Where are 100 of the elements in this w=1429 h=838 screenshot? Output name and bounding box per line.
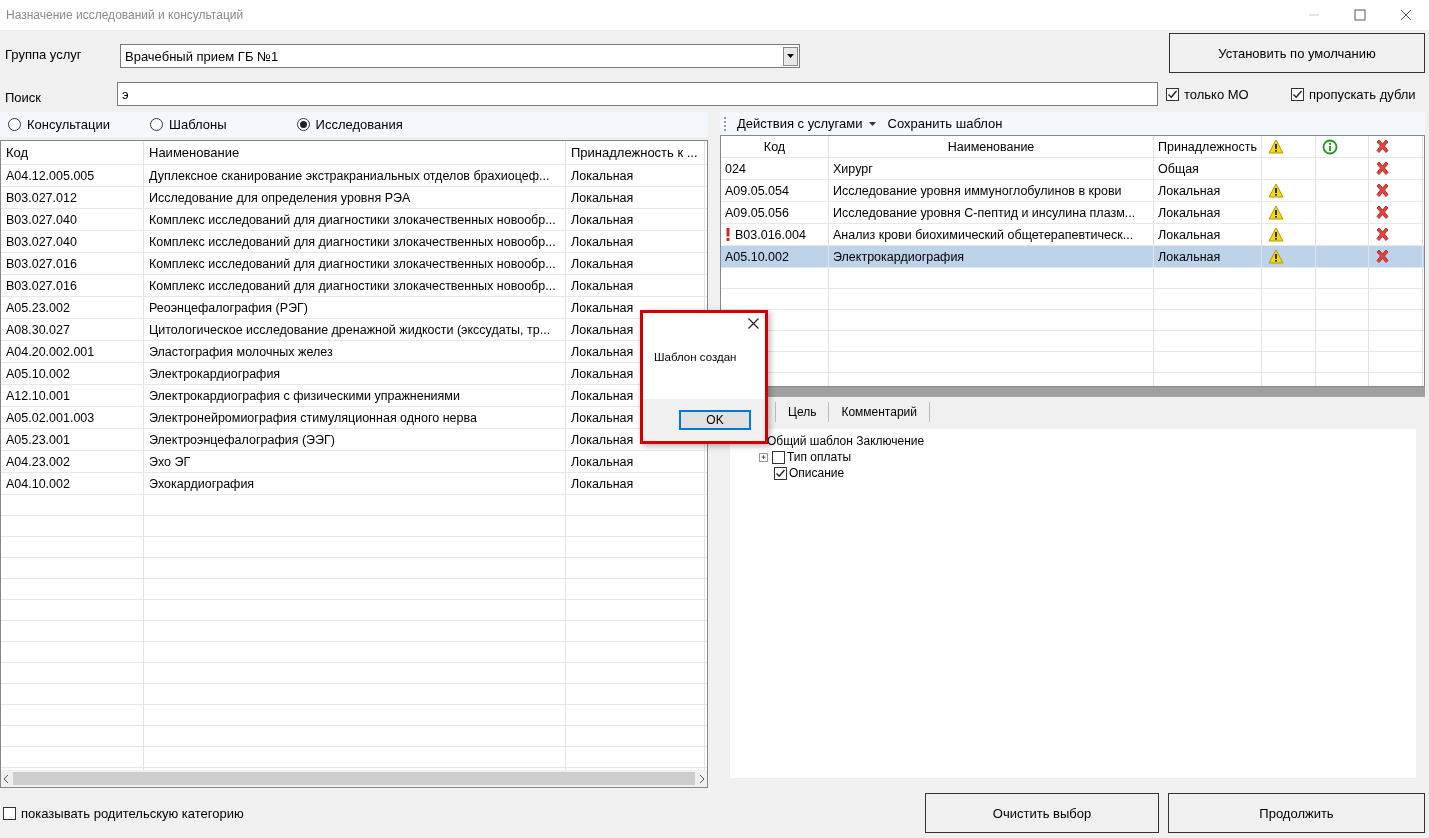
delete-icon[interactable] — [1375, 249, 1390, 264]
table-cell[interactable]: Электрокардиография — [144, 363, 566, 384]
tree-item[interactable]: Тип оплаты — [787, 450, 852, 464]
table-cell[interactable]: A04.10.002 — [1, 473, 144, 494]
checkbox[interactable] — [772, 450, 785, 464]
radio-label[interactable]: Исследования — [315, 117, 403, 132]
scroll-right-icon[interactable] — [699, 774, 705, 783]
table-cell[interactable]: B03.027.040 — [1, 231, 144, 252]
table-cell[interactable]: Анализ крови биохимический общетерапевтическ... — [829, 224, 1154, 245]
delete-icon[interactable] — [1375, 205, 1390, 220]
checkbox[interactable] — [774, 466, 787, 480]
table-cell[interactable]: Общая — [1154, 158, 1262, 179]
table-cell[interactable]: Локальная — [566, 451, 705, 472]
table-cell[interactable]: B03.016.004 — [735, 227, 806, 242]
table-cell[interactable]: A04.12.005.005 — [1, 165, 144, 186]
table-cell[interactable]: A04.20.002.001 — [1, 341, 144, 362]
warning-icon — [1268, 139, 1284, 154]
table-cell[interactable]: B03.027.040 — [1, 209, 144, 230]
table-cell[interactable]: Дуплексное сканирование экстракраниальных отделов брахиоцеф... — [144, 165, 566, 186]
table-cell[interactable]: A09.05.056 — [725, 205, 789, 220]
table-cell[interactable]: Локальная — [566, 253, 705, 274]
table-cell[interactable]: Комплекс исследований для диагностики злокачественных новообр... — [144, 209, 566, 230]
radio-label[interactable]: Консультации — [27, 117, 111, 132]
table-cell[interactable]: B03.027.016 — [1, 275, 144, 296]
table-cell[interactable]: Эхокардиография — [144, 473, 566, 494]
tab[interactable]: Комментарий — [828, 402, 930, 422]
table-cell[interactable]: Цитологическое исследование дренажной жидкости (экссудаты, тр... — [144, 319, 566, 340]
checkbox-label[interactable]: только МО — [1184, 86, 1249, 102]
delete-icon[interactable] — [1375, 161, 1390, 176]
expand-icon[interactable] — [759, 452, 768, 462]
table-cell[interactable]: Электрокардиография с физическими упражнениями — [144, 385, 566, 406]
close-icon[interactable] — [748, 318, 759, 329]
table-cell[interactable]: 024 — [725, 161, 746, 176]
table-cell[interactable]: Электроэнцефалография (ЭЭГ) — [144, 429, 566, 450]
table-cell[interactable]: A05.10.002 — [725, 249, 789, 264]
service-group-dropdown[interactable]: Врачебный прием ГБ №1 — [120, 44, 800, 68]
delete-icon[interactable] — [1375, 139, 1390, 154]
table-cell[interactable]: A04.23.002 — [1, 451, 144, 472]
checkbox-label[interactable]: пропускать дубли — [1309, 86, 1416, 102]
tree-item[interactable]: Описание — [789, 466, 845, 480]
table-cell[interactable]: A05.10.002 — [1, 363, 144, 384]
checkbox[interactable] — [1291, 87, 1304, 101]
table-cell[interactable]: Комплекс исследований для диагностики злокачественных новообр... — [144, 275, 566, 296]
horizontal-scrollbar[interactable] — [1, 770, 707, 787]
table-cell[interactable]: Комплекс исследований для диагностики злокачественных новообр... — [144, 231, 566, 252]
table-cell[interactable]: Локальная — [566, 275, 705, 296]
table-cell[interactable]: Локальная — [566, 187, 705, 208]
set-default-button[interactable]: Установить по умолчанию — [1169, 33, 1425, 73]
radio-button[interactable] — [8, 118, 21, 131]
table-cell[interactable]: Исследование уровня С-пептид и инсулина плазм... — [829, 202, 1154, 223]
table-cell[interactable]: B03.027.012 — [1, 187, 144, 208]
table-cell[interactable]: Локальная — [566, 209, 705, 230]
scroll-left-icon[interactable] — [3, 774, 9, 783]
field-label: Группа услуг — [4, 46, 83, 62]
column-header[interactable]: Принадлежность — [1154, 136, 1262, 157]
table-cell[interactable]: Локальная — [1154, 180, 1262, 201]
table-cell[interactable]: A05.02.001.003 — [1, 407, 144, 428]
column-header[interactable]: Наименование — [829, 136, 1154, 157]
table-cell[interactable]: Хирург — [829, 158, 1154, 179]
tree-item[interactable]: Общий шаблон Заключение — [767, 434, 925, 448]
table-cell[interactable]: A12.10.001 — [1, 385, 144, 406]
table-cell[interactable]: Электрокардиография — [829, 246, 1154, 267]
actions-menu-button[interactable]: Действия с услугами — [737, 116, 880, 131]
radio-button[interactable] — [296, 118, 310, 131]
table-cell[interactable]: Исследование для определения уровня РЭА — [144, 187, 566, 208]
column-header[interactable]: Код — [721, 136, 829, 157]
table-cell[interactable]: Электронейромиография стимуляционная одного нерва — [144, 407, 566, 428]
table-cell[interactable]: Локальная — [1154, 246, 1262, 267]
table-cell[interactable]: Локальная — [1154, 224, 1262, 245]
search-field[interactable]: э — [117, 82, 1158, 106]
ok-button[interactable]: OK — [679, 410, 751, 430]
table-cell[interactable]: A05.23.002 — [1, 297, 144, 318]
table-cell[interactable]: Исследование уровня иммуноглобулинов в крови — [829, 180, 1154, 201]
save-template-button[interactable]: Сохранить шаблон — [887, 116, 1007, 131]
column-header[interactable]: Принадлежность к ... — [566, 141, 705, 164]
table-cell[interactable]: Локальная — [566, 473, 705, 494]
column-header[interactable]: Наименование — [144, 141, 566, 164]
table-cell[interactable]: Реоэнцефалография (РЭГ) — [144, 297, 566, 318]
table-cell[interactable]: Комплекс исследований для диагностики злокачественных новообр... — [144, 253, 566, 274]
table-cell[interactable]: Локальная — [566, 165, 705, 186]
table-cell[interactable]: Эластография молочных желез — [144, 341, 566, 362]
caret-icon — [868, 121, 876, 126]
checkbox[interactable] — [3, 806, 16, 820]
table-cell[interactable]: Локальная — [1154, 202, 1262, 223]
table-cell[interactable]: A05.23.001 — [1, 429, 144, 450]
tab[interactable]: Цель — [775, 402, 830, 422]
table-cell[interactable]: B03.027.016 — [1, 253, 144, 274]
table-cell[interactable]: Эхо ЭГ — [144, 451, 566, 472]
radio-label[interactable]: Шаблоны — [169, 117, 227, 132]
delete-icon[interactable] — [1375, 183, 1390, 198]
clear-selection-button[interactable]: Очистить выбор — [925, 793, 1159, 833]
checkbox[interactable] — [1166, 87, 1179, 101]
checkbox-label[interactable]: показывать родительскую категорию — [21, 805, 244, 821]
delete-icon[interactable] — [1375, 227, 1390, 242]
continue-button[interactable]: Продолжить — [1168, 793, 1425, 833]
table-cell[interactable]: A08.30.027 — [1, 319, 144, 340]
column-header[interactable]: Код — [1, 141, 144, 164]
table-cell[interactable]: Локальная — [566, 231, 705, 252]
table-cell[interactable]: A09.05.054 — [725, 183, 789, 198]
radio-button[interactable] — [150, 118, 164, 131]
